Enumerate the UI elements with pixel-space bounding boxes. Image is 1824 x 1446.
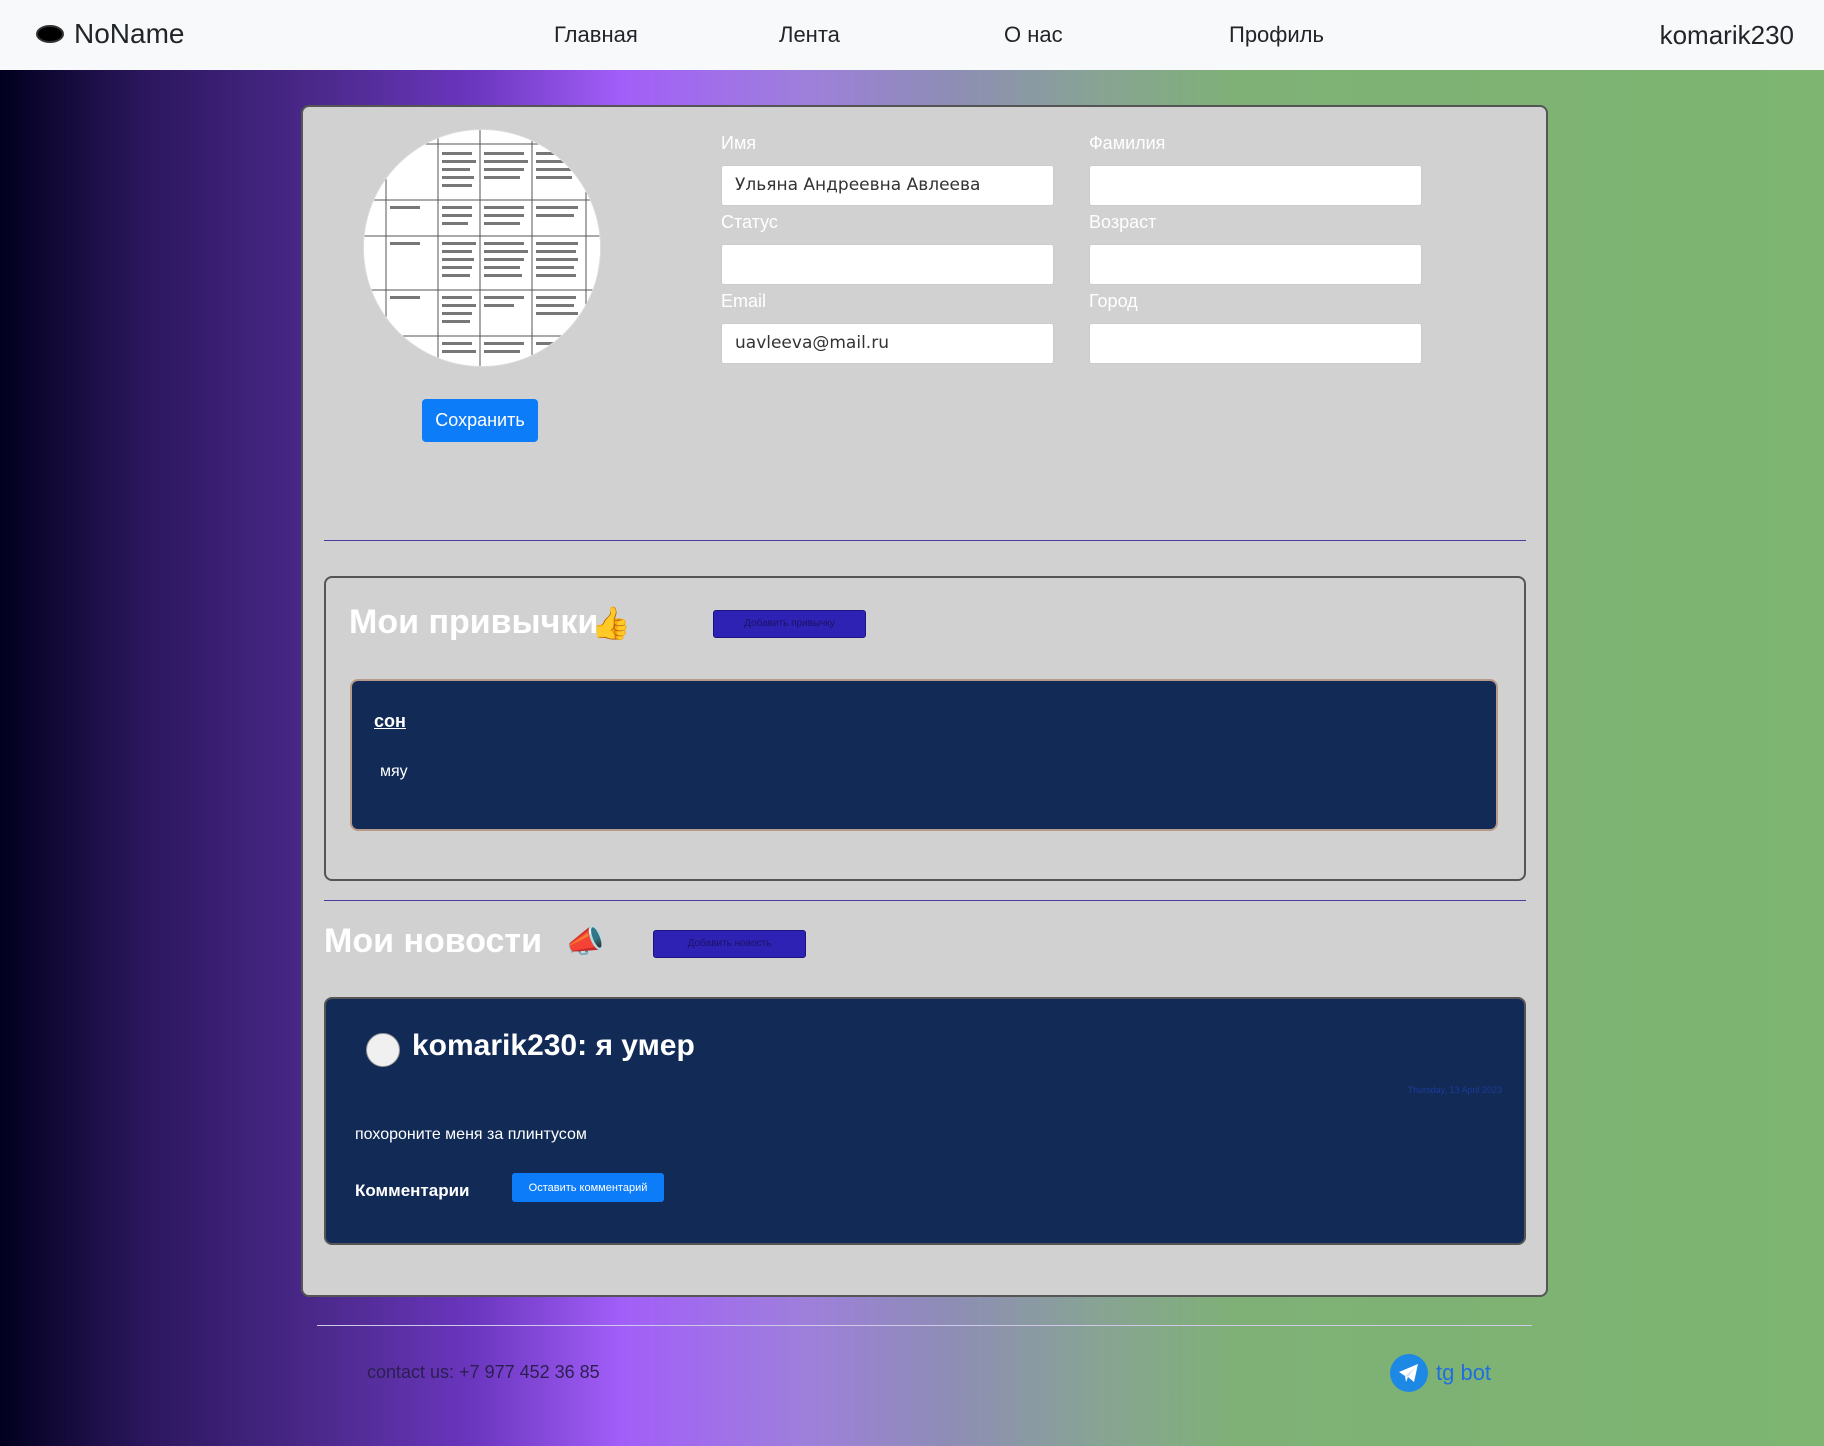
email-input[interactable]: uavleeva@mail.ru <box>721 323 1054 364</box>
age-label: Возраст <box>1089 212 1157 232</box>
add-habit-button[interactable]: Добавить привычку <box>713 610 866 638</box>
brand[interactable]: NoName <box>36 18 184 50</box>
brand-logo-icon <box>36 25 64 43</box>
nav-link-about[interactable]: О нас <box>1004 22 1063 48</box>
news-text: похороните меня за плинтусом <box>355 1126 587 1143</box>
habit-title[interactable]: сон <box>374 711 406 732</box>
surname-input[interactable] <box>1089 165 1422 206</box>
surname-label: Фамилия <box>1089 133 1166 153</box>
avatar <box>366 1033 400 1067</box>
name-input[interactable]: Ульяна Андреевна Авлеева <box>721 165 1054 206</box>
age-input[interactable] <box>1089 244 1422 285</box>
megaphone-icon: 📣 <box>565 923 605 959</box>
avatar[interactable] <box>363 129 601 367</box>
tg-bot-link[interactable]: tg bot <box>1390 1354 1491 1392</box>
nav-link-home[interactable]: Главная <box>554 22 638 48</box>
city-input[interactable] <box>1089 323 1422 364</box>
brand-name: NoName <box>74 18 185 49</box>
status-label: Статус <box>721 212 778 232</box>
thumbs-up-icon: 👍 <box>591 605 631 641</box>
city-label: Город <box>1089 291 1138 311</box>
divider <box>324 900 1526 901</box>
telegram-icon <box>1390 1354 1428 1392</box>
save-button[interactable]: Сохранить <box>422 399 538 442</box>
footer-divider <box>317 1325 1532 1326</box>
news-post-title: komarik230: я умер <box>412 1029 695 1062</box>
footer-contact: contact us: +7 977 452 36 85 <box>367 1362 600 1382</box>
news-title: Мои новости <box>324 922 542 960</box>
habit-card: сон мяу <box>350 679 1498 831</box>
tg-bot-label[interactable]: tg bot <box>1436 1360 1491 1386</box>
divider <box>324 540 1526 541</box>
nav-link-feed[interactable]: Лента <box>779 22 840 48</box>
add-news-button[interactable]: Добавить новость <box>653 930 806 958</box>
news-date: Thursday, 13 April 2023 <box>1407 1085 1502 1095</box>
nav-username[interactable]: komarik230 <box>1660 20 1794 51</box>
comments-label: Комментарии <box>355 1181 470 1200</box>
habits-title: Мои привычки <box>349 603 599 641</box>
navbar: NoName Главная Лента О нас Профиль komar… <box>0 0 1824 70</box>
avatar-image <box>364 130 600 366</box>
habits-section: Мои привычки 👍 Добавить привычку сон мяу <box>324 576 1526 881</box>
news-card: komarik230: я умер Thursday, 13 April 20… <box>324 997 1526 1245</box>
email-label: Email <box>721 291 767 311</box>
leave-comment-button[interactable]: Оставить комментарий <box>512 1173 664 1202</box>
status-input[interactable] <box>721 244 1054 285</box>
name-label: Имя <box>721 133 757 153</box>
nav-link-profile[interactable]: Профиль <box>1229 22 1324 48</box>
profile-card: Сохранить Имя Ульяна Андреевна Авлеева Ф… <box>301 105 1548 1297</box>
habit-text: мяу <box>380 763 408 780</box>
